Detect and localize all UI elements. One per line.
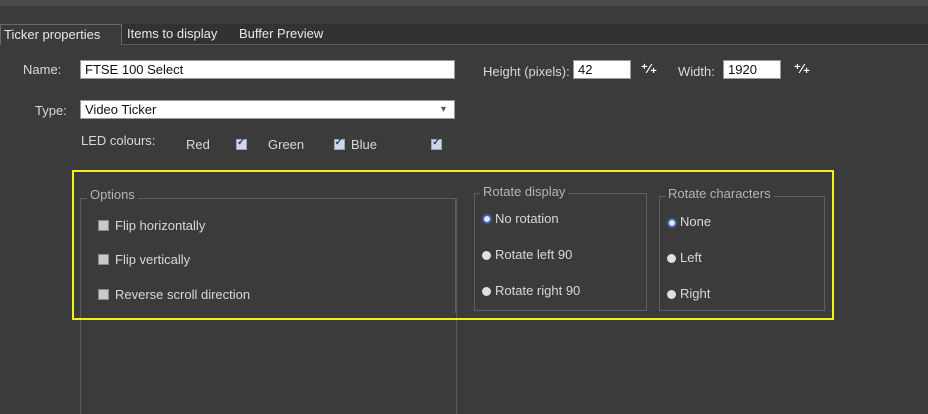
led-green-checkbox[interactable] bbox=[333, 137, 345, 150]
width-label: Width: bbox=[678, 64, 715, 79]
led-red-label: Red bbox=[186, 137, 210, 152]
highlight-box bbox=[72, 170, 834, 320]
type-select-value: Video Ticker bbox=[85, 102, 157, 117]
tab-ticker-properties[interactable]: Ticker properties bbox=[0, 24, 122, 45]
led-green-label: Green bbox=[268, 137, 305, 152]
led-blue-label: Blue bbox=[351, 137, 378, 152]
led-colours-label: LED colours: bbox=[81, 133, 156, 148]
led-red-checkbox[interactable] bbox=[236, 137, 247, 150]
height-field[interactable]: 42 bbox=[573, 60, 631, 79]
window-top-strip bbox=[0, 0, 928, 6]
height-label: Height (pixels): bbox=[483, 64, 570, 79]
chevron-down-icon: ▾ bbox=[440, 104, 446, 115]
name-field[interactable]: FTSE 100 Select bbox=[80, 60, 455, 79]
led-blue-checkbox[interactable] bbox=[431, 137, 443, 150]
type-label: Type: bbox=[35, 103, 67, 118]
width-spin-icon[interactable]: ⁺⁄₊ bbox=[793, 60, 811, 78]
height-spin-icon[interactable]: ⁺⁄₊ bbox=[640, 60, 658, 78]
tab-items-to-display[interactable]: Items to display bbox=[124, 24, 234, 44]
tab-bar: Ticker properties Items to display Buffe… bbox=[0, 24, 928, 45]
type-select[interactable]: Video Ticker ▾ bbox=[80, 100, 455, 119]
name-label: Name: bbox=[23, 62, 62, 77]
width-field[interactable]: 1920 bbox=[723, 60, 781, 79]
tab-buffer-preview[interactable]: Buffer Preview bbox=[236, 24, 346, 44]
